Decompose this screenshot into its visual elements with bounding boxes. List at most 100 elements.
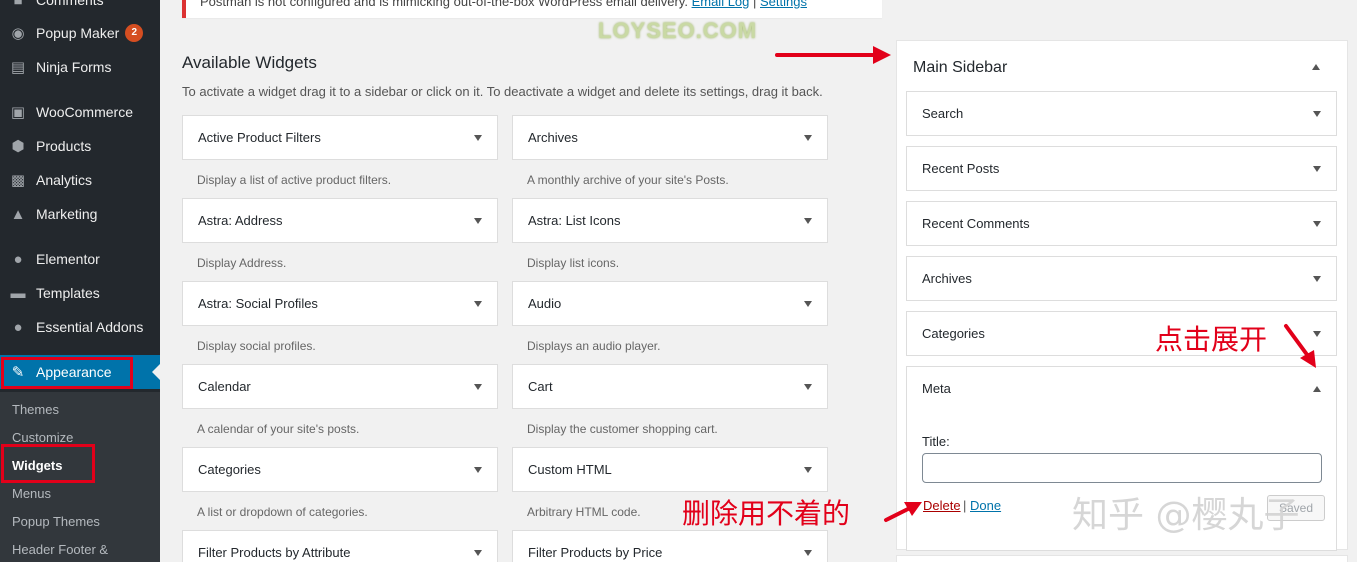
marketing-megaphone-icon: ▲ [10, 205, 26, 223]
menu-label: Templates [36, 285, 100, 301]
widget-title: Filter Products by Price [528, 545, 663, 560]
widget-astra-list-icons[interactable]: Astra: List Icons [512, 198, 828, 243]
expand-arrow-icon[interactable] [474, 466, 482, 473]
widget-filter-products-by-price[interactable]: Filter Products by Price [512, 530, 828, 562]
menu-item-elementor[interactable]: ● Elementor [0, 242, 160, 276]
submenu-item-popup-themes[interactable]: Popup Themes [12, 514, 100, 529]
widget-description: Display Address. [197, 256, 287, 270]
widget-title: Categories [198, 462, 261, 477]
next-sidebar-panel-edge [896, 555, 1348, 562]
submenu-item-header-footer[interactable]: Header Footer & [12, 542, 108, 557]
widget-title: Search [922, 106, 964, 121]
widget-title: Astra: Address [198, 213, 283, 228]
site-watermark: LOYSEO.COM [598, 18, 758, 43]
annotation-arrow-sidebar [775, 46, 891, 64]
widget-astra-address[interactable]: Astra: Address [182, 198, 498, 243]
menu-label: Products [36, 138, 92, 154]
widget-custom-html[interactable]: Custom HTML [512, 447, 828, 492]
expand-arrow-icon[interactable] [474, 549, 482, 556]
expand-arrow-icon[interactable] [1313, 110, 1321, 117]
collapse-arrow-icon[interactable] [1313, 385, 1321, 392]
widget-title: Astra: Social Profiles [198, 296, 318, 311]
expand-arrow-icon[interactable] [804, 300, 812, 307]
title-input[interactable] [922, 453, 1322, 483]
expand-arrow-icon[interactable] [1313, 165, 1321, 172]
expand-arrow-icon[interactable] [474, 300, 482, 307]
menu-label: Popup Maker [36, 25, 120, 41]
widget-title: Astra: List Icons [528, 213, 621, 228]
annotation-expand-text: 点击展开 [1155, 323, 1268, 356]
widget-title: Custom HTML [528, 462, 612, 477]
notice-message: Postman is not configured and is mimicki… [200, 0, 688, 9]
widget-title: Recent Comments [922, 216, 1030, 231]
woocommerce-icon: ▣ [10, 104, 26, 121]
widget-categories[interactable]: Categories [182, 447, 498, 492]
expand-arrow-icon[interactable] [804, 217, 812, 224]
widget-audio[interactable]: Audio [512, 281, 828, 326]
expand-arrow-icon[interactable] [804, 134, 812, 141]
annotation-delete-text: 删除用不着的 [682, 497, 851, 530]
menu-item-ninja-forms[interactable]: ▤ Ninja Forms [0, 50, 160, 84]
widget-calendar[interactable]: Calendar [182, 364, 498, 409]
sidebar-widget-categories[interactable]: Categories [906, 311, 1337, 356]
submenu-item-customize[interactable]: Customize [12, 430, 73, 445]
widget-title: Archives [528, 130, 578, 145]
expand-arrow-icon[interactable] [1313, 220, 1321, 227]
annotation-arrow-expand [1284, 324, 1316, 368]
widget-title: Audio [528, 296, 562, 311]
link-separator: | [963, 498, 967, 513]
widget-archives[interactable]: Archives [512, 115, 828, 160]
expand-arrow-icon[interactable] [1313, 275, 1321, 282]
widget-description: A list or dropdown of categories. [197, 505, 368, 519]
collapse-arrow-icon[interactable] [1312, 64, 1320, 70]
widget-title: Categories [922, 326, 985, 341]
menu-item-products[interactable]: ⬢ Products [0, 129, 160, 163]
widget-active-product-filters[interactable]: Active Product Filters [182, 115, 498, 160]
expand-arrow-icon[interactable] [474, 383, 482, 390]
expand-arrow-icon[interactable] [804, 383, 812, 390]
settings-link[interactable]: Settings [760, 0, 807, 9]
sidebar-widget-archives[interactable]: Archives [906, 256, 1337, 301]
widget-title: Cart [528, 379, 553, 394]
expand-arrow-icon[interactable] [474, 134, 482, 141]
menu-item-marketing[interactable]: ▲ Marketing [0, 197, 160, 231]
analytics-bar-chart-icon: ▩ [10, 172, 26, 189]
widget-astra-social-profiles[interactable]: Astra: Social Profiles [182, 281, 498, 326]
delete-link[interactable]: Delete [923, 498, 961, 513]
annotation-arrow-delete [884, 502, 922, 522]
submenu-item-themes[interactable]: Themes [12, 402, 59, 417]
menu-item-comments[interactable]: ■ Comments [0, 0, 160, 17]
notice-text: Postman is not configured and is mimicki… [200, 0, 807, 9]
done-link[interactable]: Done [970, 498, 1001, 513]
widget-title: Archives [922, 271, 972, 286]
sidebar-widget-recent-posts[interactable]: Recent Posts [906, 146, 1337, 191]
annotation-highlight-appearance [1, 357, 133, 389]
expand-arrow-icon[interactable] [804, 466, 812, 473]
sidebar-widget-recent-comments[interactable]: Recent Comments [906, 201, 1337, 246]
sidebar-title[interactable]: Main Sidebar [913, 59, 1007, 77]
menu-item-essential-addons[interactable]: ● Essential Addons [0, 310, 160, 344]
submenu-item-menus[interactable]: Menus [12, 486, 51, 501]
widget-filter-products-by-attribute[interactable]: Filter Products by Attribute [182, 530, 498, 562]
menu-item-woocommerce[interactable]: ▣ WooCommerce [0, 95, 160, 129]
postman-notice: Postman is not configured and is mimicki… [182, 0, 882, 18]
expand-arrow-icon[interactable] [474, 217, 482, 224]
widget-title: Calendar [198, 379, 251, 394]
title-field-label: Title: [922, 434, 950, 449]
menu-label: WooCommerce [36, 104, 133, 120]
essential-addons-icon: ● [13, 318, 23, 336]
widget-cart[interactable]: Cart [512, 364, 828, 409]
menu-label: Marketing [36, 206, 98, 222]
sidebar-widget-search[interactable]: Search [906, 91, 1337, 136]
elementor-icon: ● [13, 250, 23, 268]
menu-item-popup-maker[interactable]: ◉ Popup Maker 2 [0, 16, 160, 50]
sidebar-widget-meta[interactable]: Meta [906, 366, 1337, 411]
menu-label: Essential Addons [36, 319, 144, 335]
menu-item-analytics[interactable]: ▩ Analytics [0, 163, 160, 197]
main-sidebar-panel: Main Sidebar Search Recent Posts Recent … [896, 40, 1348, 551]
email-log-link[interactable]: Email Log [692, 0, 750, 9]
expand-arrow-icon[interactable] [804, 549, 812, 556]
menu-item-templates[interactable]: ▬ Templates [0, 276, 160, 310]
widget-title: Active Product Filters [198, 130, 321, 145]
folder-icon: ▬ [10, 284, 26, 302]
